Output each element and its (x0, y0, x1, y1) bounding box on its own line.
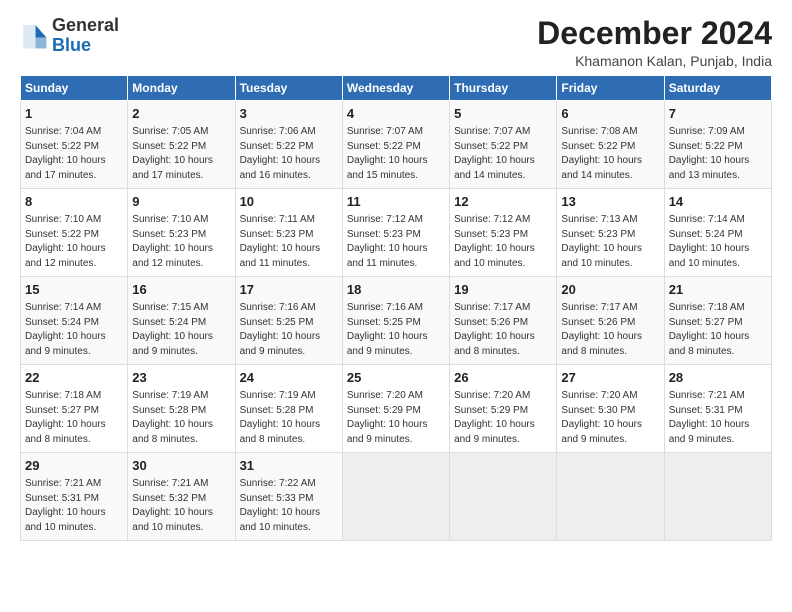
table-row: 1 Sunrise: 7:04 AMSunset: 5:22 PMDayligh… (21, 101, 772, 189)
logo-text: General Blue (52, 16, 119, 56)
list-item: 24 Sunrise: 7:19 AMSunset: 5:28 PMDaylig… (235, 365, 342, 453)
list-item: 13 Sunrise: 7:13 AMSunset: 5:23 PMDaylig… (557, 189, 664, 277)
list-item: 22 Sunrise: 7:18 AMSunset: 5:27 PMDaylig… (21, 365, 128, 453)
list-item-empty (342, 453, 449, 541)
table-row: 22 Sunrise: 7:18 AMSunset: 5:27 PMDaylig… (21, 365, 772, 453)
title-block: December 2024 Khamanon Kalan, Punjab, In… (537, 16, 772, 69)
header: General Blue December 2024 Khamanon Kala… (20, 16, 772, 69)
col-tuesday: Tuesday (235, 76, 342, 101)
col-wednesday: Wednesday (342, 76, 449, 101)
list-item: 16 Sunrise: 7:15 AMSunset: 5:24 PMDaylig… (128, 277, 235, 365)
list-item: 26 Sunrise: 7:20 AMSunset: 5:29 PMDaylig… (450, 365, 557, 453)
calendar-table: Sunday Monday Tuesday Wednesday Thursday… (20, 75, 772, 541)
list-item: 15 Sunrise: 7:14 AMSunset: 5:24 PMDaylig… (21, 277, 128, 365)
table-row: 8 Sunrise: 7:10 AMSunset: 5:22 PMDayligh… (21, 189, 772, 277)
list-item: 10 Sunrise: 7:11 AMSunset: 5:23 PMDaylig… (235, 189, 342, 277)
list-item-empty (450, 453, 557, 541)
calendar-header: Sunday Monday Tuesday Wednesday Thursday… (21, 76, 772, 101)
list-item: 21 Sunrise: 7:18 AMSunset: 5:27 PMDaylig… (664, 277, 771, 365)
col-thursday: Thursday (450, 76, 557, 101)
table-row: 15 Sunrise: 7:14 AMSunset: 5:24 PMDaylig… (21, 277, 772, 365)
list-item: 18 Sunrise: 7:16 AMSunset: 5:25 PMDaylig… (342, 277, 449, 365)
list-item: 14 Sunrise: 7:14 AMSunset: 5:24 PMDaylig… (664, 189, 771, 277)
list-item: 30 Sunrise: 7:21 AMSunset: 5:32 PMDaylig… (128, 453, 235, 541)
list-item: 25 Sunrise: 7:20 AMSunset: 5:29 PMDaylig… (342, 365, 449, 453)
list-item: 5 Sunrise: 7:07 AMSunset: 5:22 PMDayligh… (450, 101, 557, 189)
list-item-empty (557, 453, 664, 541)
list-item-empty (664, 453, 771, 541)
list-item: 19 Sunrise: 7:17 AMSunset: 5:26 PMDaylig… (450, 277, 557, 365)
logo-blue: Blue (52, 35, 91, 55)
list-item: 9 Sunrise: 7:10 AMSunset: 5:23 PMDayligh… (128, 189, 235, 277)
list-item: 31 Sunrise: 7:22 AMSunset: 5:33 PMDaylig… (235, 453, 342, 541)
list-item: 4 Sunrise: 7:07 AMSunset: 5:22 PMDayligh… (342, 101, 449, 189)
logo-general: General (52, 15, 119, 35)
list-item: 12 Sunrise: 7:12 AMSunset: 5:23 PMDaylig… (450, 189, 557, 277)
table-row: 29 Sunrise: 7:21 AMSunset: 5:31 PMDaylig… (21, 453, 772, 541)
col-monday: Monday (128, 76, 235, 101)
page-container: General Blue December 2024 Khamanon Kala… (0, 0, 792, 551)
month-title: December 2024 (537, 16, 772, 51)
location: Khamanon Kalan, Punjab, India (537, 53, 772, 69)
list-item: 11 Sunrise: 7:12 AMSunset: 5:23 PMDaylig… (342, 189, 449, 277)
list-item: 7 Sunrise: 7:09 AMSunset: 5:22 PMDayligh… (664, 101, 771, 189)
list-item: 27 Sunrise: 7:20 AMSunset: 5:30 PMDaylig… (557, 365, 664, 453)
list-item: 1 Sunrise: 7:04 AMSunset: 5:22 PMDayligh… (21, 101, 128, 189)
list-item: 28 Sunrise: 7:21 AMSunset: 5:31 PMDaylig… (664, 365, 771, 453)
logo: General Blue (20, 16, 119, 56)
list-item: 6 Sunrise: 7:08 AMSunset: 5:22 PMDayligh… (557, 101, 664, 189)
col-saturday: Saturday (664, 76, 771, 101)
list-item: 23 Sunrise: 7:19 AMSunset: 5:28 PMDaylig… (128, 365, 235, 453)
list-item: 3 Sunrise: 7:06 AMSunset: 5:22 PMDayligh… (235, 101, 342, 189)
col-friday: Friday (557, 76, 664, 101)
header-row: Sunday Monday Tuesday Wednesday Thursday… (21, 76, 772, 101)
logo-icon (20, 22, 48, 50)
list-item: 8 Sunrise: 7:10 AMSunset: 5:22 PMDayligh… (21, 189, 128, 277)
list-item: 2 Sunrise: 7:05 AMSunset: 5:22 PMDayligh… (128, 101, 235, 189)
list-item: 20 Sunrise: 7:17 AMSunset: 5:26 PMDaylig… (557, 277, 664, 365)
list-item: 17 Sunrise: 7:16 AMSunset: 5:25 PMDaylig… (235, 277, 342, 365)
list-item: 29 Sunrise: 7:21 AMSunset: 5:31 PMDaylig… (21, 453, 128, 541)
col-sunday: Sunday (21, 76, 128, 101)
calendar-body: 1 Sunrise: 7:04 AMSunset: 5:22 PMDayligh… (21, 101, 772, 541)
